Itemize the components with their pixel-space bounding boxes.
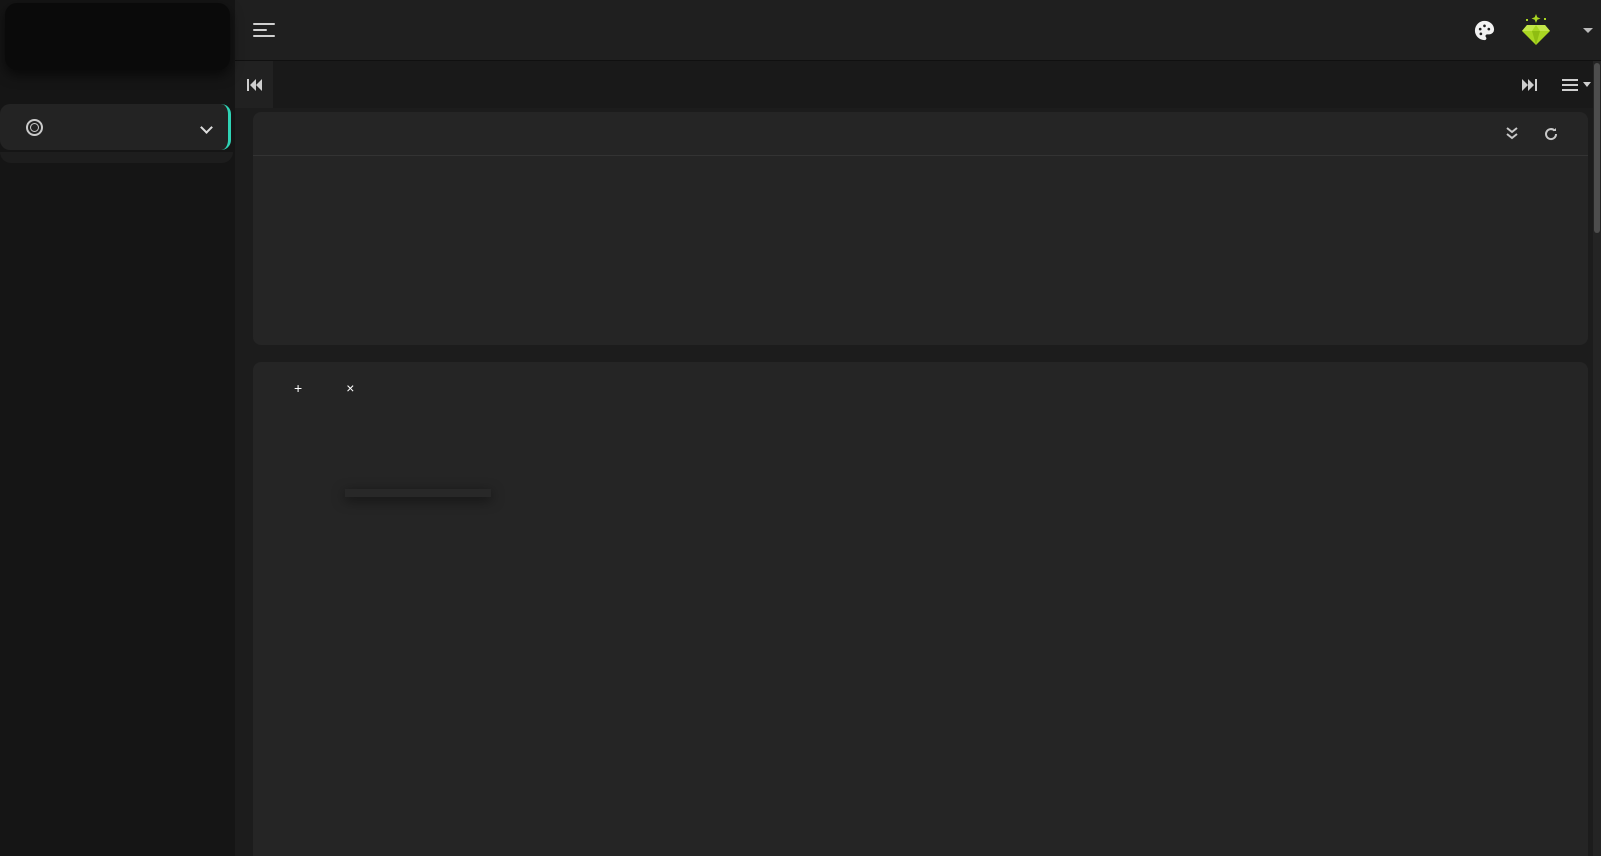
chevron-down-icon bbox=[200, 120, 213, 134]
tabs-scroll-right-button[interactable] bbox=[1521, 78, 1538, 92]
refresh-button[interactable] bbox=[1544, 127, 1564, 141]
sidebar-item-member-related[interactable] bbox=[0, 104, 231, 150]
tabs-right-tools bbox=[1521, 61, 1591, 108]
navbar-right bbox=[1473, 0, 1593, 61]
vip-diamond-icon[interactable] bbox=[1516, 12, 1556, 50]
member-list-panel bbox=[253, 112, 1588, 345]
theme-palette-icon[interactable] bbox=[1473, 19, 1496, 42]
logo-card bbox=[5, 3, 230, 70]
table-toolbar: + × bbox=[281, 372, 374, 403]
double-chevron-down-icon bbox=[1506, 127, 1518, 140]
plus-icon: + bbox=[294, 379, 303, 396]
members-table-wrap bbox=[281, 420, 1559, 856]
tabs-menu-button[interactable] bbox=[1562, 78, 1591, 91]
chevron-down-icon bbox=[1583, 28, 1593, 33]
sidebar-submenu bbox=[0, 152, 233, 163]
batch-delete-button[interactable]: × bbox=[333, 372, 374, 403]
tabs-scroll-left-button[interactable] bbox=[235, 61, 273, 108]
navbar-left bbox=[235, 0, 1601, 60]
refresh-icon bbox=[1545, 127, 1558, 140]
table-panel: + × bbox=[253, 362, 1588, 856]
page-scrollbar[interactable] bbox=[1593, 61, 1601, 856]
tab-bar bbox=[235, 61, 1601, 108]
circle-icon bbox=[26, 118, 43, 136]
panel-header bbox=[253, 112, 1588, 156]
x-icon: × bbox=[346, 379, 355, 396]
user-menu[interactable] bbox=[1576, 28, 1593, 33]
top-navbar bbox=[235, 0, 1601, 61]
collapse-button[interactable] bbox=[1506, 127, 1524, 140]
sidebar bbox=[0, 0, 235, 856]
row-action-menu bbox=[345, 489, 491, 497]
admin-app: + × bbox=[0, 0, 1601, 856]
add-button[interactable]: + bbox=[281, 372, 322, 403]
menu-fold-icon[interactable] bbox=[253, 23, 275, 37]
